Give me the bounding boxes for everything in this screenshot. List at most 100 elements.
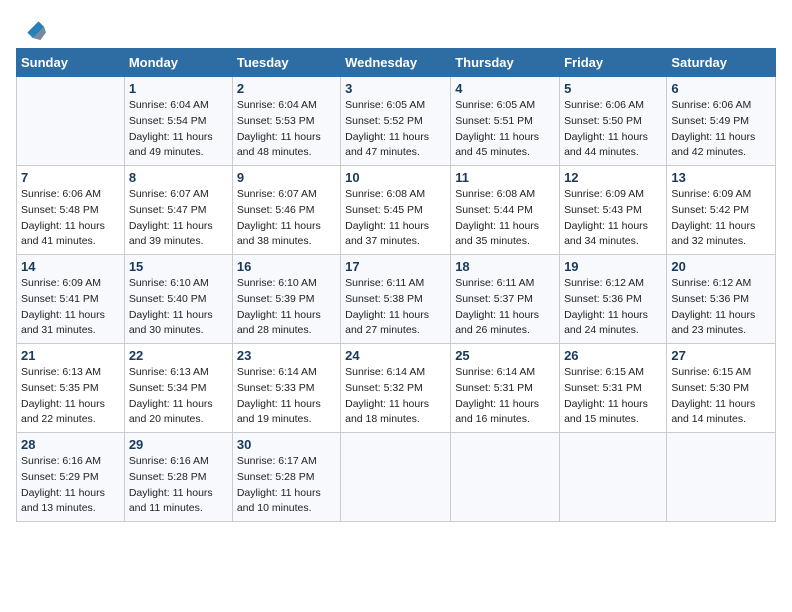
calendar-cell: 2Sunrise: 6:04 AMSunset: 5:53 PMDaylight…: [232, 77, 340, 166]
day-number: 3: [345, 81, 446, 96]
day-info: Sunrise: 6:10 AMSunset: 5:39 PMDaylight:…: [237, 276, 336, 339]
day-number: 28: [21, 437, 120, 452]
day-number: 22: [129, 348, 228, 363]
calendar-cell: 4 Sunrise: 6:05 AMSunset: 5:51 PMDaylight…: [451, 77, 560, 166]
day-number: 26: [564, 348, 662, 363]
day-info: Sunrise: 6:16 AMSunset: 5:28 PMDaylight:…: [129, 454, 228, 517]
day-number: 7: [21, 170, 120, 185]
day-number: 6: [671, 81, 771, 96]
day-info: Sunrise: 6:04 AMSunset: 5:54 PMDaylight:…: [129, 98, 228, 161]
day-info: Sunrise: 6:11 AMSunset: 5:38 PMDaylight:…: [345, 276, 446, 339]
calendar-cell: 7 Sunrise: 6:06 AMSunset: 5:48 PMDaylight…: [17, 166, 125, 255]
day-number: 17: [345, 259, 446, 274]
day-info: Sunrise: 6:09 AMSunset: 5:41 PMDaylight:…: [21, 276, 120, 339]
day-number: 27: [671, 348, 771, 363]
calendar-cell: 5 Sunrise: 6:06 AMSunset: 5:50 PMDaylight…: [560, 77, 667, 166]
day-number: 4: [455, 81, 555, 96]
calendar-cell: 13 Sunrise: 6:09 AMSunset: 5:42 PMDayligh…: [667, 166, 776, 255]
day-number: 5: [564, 81, 662, 96]
calendar-cell: 21 Sunrise: 6:13 AMSunset: 5:35 PMDayligh…: [17, 344, 125, 433]
day-info: Sunrise: 6:06 AMSunset: 5:48 PMDaylight:…: [21, 187, 120, 250]
day-info: Sunrise: 6:10 AMSunset: 5:40 PMDaylight:…: [129, 276, 228, 339]
day-info: Sunrise: 6:16 AMSunset: 5:29 PMDaylight:…: [21, 454, 120, 517]
calendar-cell: 6 Sunrise: 6:06 AMSunset: 5:49 PMDaylight…: [667, 77, 776, 166]
calendar-cell: 15 Sunrise: 6:10 AMSunset: 5:40 PMDayligh…: [124, 255, 232, 344]
day-number: 21: [21, 348, 120, 363]
day-number: 30: [237, 437, 336, 452]
day-number: 13: [671, 170, 771, 185]
calendar-cell: 16 Sunrise: 6:10 AMSunset: 5:39 PMDayligh…: [232, 255, 340, 344]
calendar-cell: 1 Sunrise: 6:04 AMSunset: 5:54 PMDaylight…: [124, 77, 232, 166]
header-monday: Monday: [124, 49, 232, 77]
calendar-cell: 19 Sunrise: 6:12 AMSunset: 5:36 PMDayligh…: [560, 255, 667, 344]
calendar-cell: 18Sunrise: 6:11 AMSunset: 5:37 PMDayligh…: [451, 255, 560, 344]
day-number: 11: [455, 170, 555, 185]
day-info: Sunrise: 6:08 AMSunset: 5:45 PMDaylight:…: [345, 187, 446, 250]
day-number: 24: [345, 348, 446, 363]
day-info: Sunrise: 6:13 AMSunset: 5:35 PMDaylight:…: [21, 365, 120, 428]
calendar-cell: 10 Sunrise: 6:08 AMSunset: 5:45 PMDayligh…: [341, 166, 451, 255]
day-number: 10: [345, 170, 446, 185]
week-row-1: 1 Sunrise: 6:04 AMSunset: 5:54 PMDaylight…: [17, 77, 776, 166]
day-info: Sunrise: 6:06 AMSunset: 5:49 PMDaylight:…: [671, 98, 771, 161]
calendar-cell: 29 Sunrise: 6:16 AMSunset: 5:28 PMDayligh…: [124, 433, 232, 522]
day-number: 16: [237, 259, 336, 274]
week-row-5: 28 Sunrise: 6:16 AMSunset: 5:29 PMDayligh…: [17, 433, 776, 522]
day-number: 25: [455, 348, 555, 363]
calendar-cell: 14Sunrise: 6:09 AMSunset: 5:41 PMDayligh…: [17, 255, 125, 344]
header-sunday: Sunday: [17, 49, 125, 77]
day-info: Sunrise: 6:12 AMSunset: 5:36 PMDaylight:…: [671, 276, 771, 339]
day-info: Sunrise: 6:07 AMSunset: 5:47 PMDaylight:…: [129, 187, 228, 250]
day-info: Sunrise: 6:15 AMSunset: 5:30 PMDaylight:…: [671, 365, 771, 428]
day-info: Sunrise: 6:14 AMSunset: 5:31 PMDaylight:…: [455, 365, 555, 428]
logo-icon: [18, 12, 46, 40]
calendar-cell: 20 Sunrise: 6:12 AMSunset: 5:36 PMDayligh…: [667, 255, 776, 344]
day-info: Sunrise: 6:14 AMSunset: 5:33 PMDaylight:…: [237, 365, 336, 428]
calendar-cell: 22 Sunrise: 6:13 AMSunset: 5:34 PMDayligh…: [124, 344, 232, 433]
day-info: Sunrise: 6:15 AMSunset: 5:31 PMDaylight:…: [564, 365, 662, 428]
calendar-cell: 27 Sunrise: 6:15 AMSunset: 5:30 PMDayligh…: [667, 344, 776, 433]
day-number: 1: [129, 81, 228, 96]
header-friday: Friday: [560, 49, 667, 77]
day-info: Sunrise: 6:12 AMSunset: 5:36 PMDaylight:…: [564, 276, 662, 339]
day-number: 19: [564, 259, 662, 274]
day-info: Sunrise: 6:09 AMSunset: 5:43 PMDaylight:…: [564, 187, 662, 250]
day-number: 18: [455, 259, 555, 274]
calendar-cell: 24 Sunrise: 6:14 AMSunset: 5:32 PMDayligh…: [341, 344, 451, 433]
day-number: 20: [671, 259, 771, 274]
day-info: Sunrise: 6:05 AMSunset: 5:52 PMDaylight:…: [345, 98, 446, 161]
calendar-cell: 17 Sunrise: 6:11 AMSunset: 5:38 PMDayligh…: [341, 255, 451, 344]
week-row-2: 7 Sunrise: 6:06 AMSunset: 5:48 PMDaylight…: [17, 166, 776, 255]
day-info: Sunrise: 6:04 AMSunset: 5:53 PMDaylight:…: [237, 98, 336, 161]
calendar-cell: 23 Sunrise: 6:14 AMSunset: 5:33 PMDayligh…: [232, 344, 340, 433]
calendar-cell: [667, 433, 776, 522]
day-info: Sunrise: 6:06 AMSunset: 5:50 PMDaylight:…: [564, 98, 662, 161]
calendar-cell: 30 Sunrise: 6:17 AMSunset: 5:28 PMDayligh…: [232, 433, 340, 522]
calendar-cell: 3 Sunrise: 6:05 AMSunset: 5:52 PMDaylight…: [341, 77, 451, 166]
calendar-cell: [560, 433, 667, 522]
day-info: Sunrise: 6:14 AMSunset: 5:32 PMDaylight:…: [345, 365, 446, 428]
calendar-header-row: SundayMondayTuesdayWednesdayThursdayFrid…: [17, 49, 776, 77]
header-tuesday: Tuesday: [232, 49, 340, 77]
day-info: Sunrise: 6:08 AMSunset: 5:44 PMDaylight:…: [455, 187, 555, 250]
day-info: Sunrise: 6:09 AMSunset: 5:42 PMDaylight:…: [671, 187, 771, 250]
calendar-cell: 8 Sunrise: 6:07 AMSunset: 5:47 PMDaylight…: [124, 166, 232, 255]
calendar-cell: 25 Sunrise: 6:14 AMSunset: 5:31 PMDayligh…: [451, 344, 560, 433]
day-number: 23: [237, 348, 336, 363]
week-row-4: 21 Sunrise: 6:13 AMSunset: 5:35 PMDayligh…: [17, 344, 776, 433]
day-number: 29: [129, 437, 228, 452]
day-number: 8: [129, 170, 228, 185]
week-row-3: 14Sunrise: 6:09 AMSunset: 5:41 PMDayligh…: [17, 255, 776, 344]
calendar-cell: 28 Sunrise: 6:16 AMSunset: 5:29 PMDayligh…: [17, 433, 125, 522]
calendar-cell: [451, 433, 560, 522]
day-number: 15: [129, 259, 228, 274]
day-number: 9: [237, 170, 336, 185]
day-info: Sunrise: 6:05 AMSunset: 5:51 PMDaylight:…: [455, 98, 555, 161]
day-info: Sunrise: 6:17 AMSunset: 5:28 PMDaylight:…: [237, 454, 336, 517]
header-thursday: Thursday: [451, 49, 560, 77]
calendar-cell: 9Sunrise: 6:07 AMSunset: 5:46 PMDaylight…: [232, 166, 340, 255]
logo: [16, 16, 46, 40]
day-number: 12: [564, 170, 662, 185]
calendar-table: SundayMondayTuesdayWednesdayThursdayFrid…: [16, 48, 776, 522]
day-info: Sunrise: 6:13 AMSunset: 5:34 PMDaylight:…: [129, 365, 228, 428]
